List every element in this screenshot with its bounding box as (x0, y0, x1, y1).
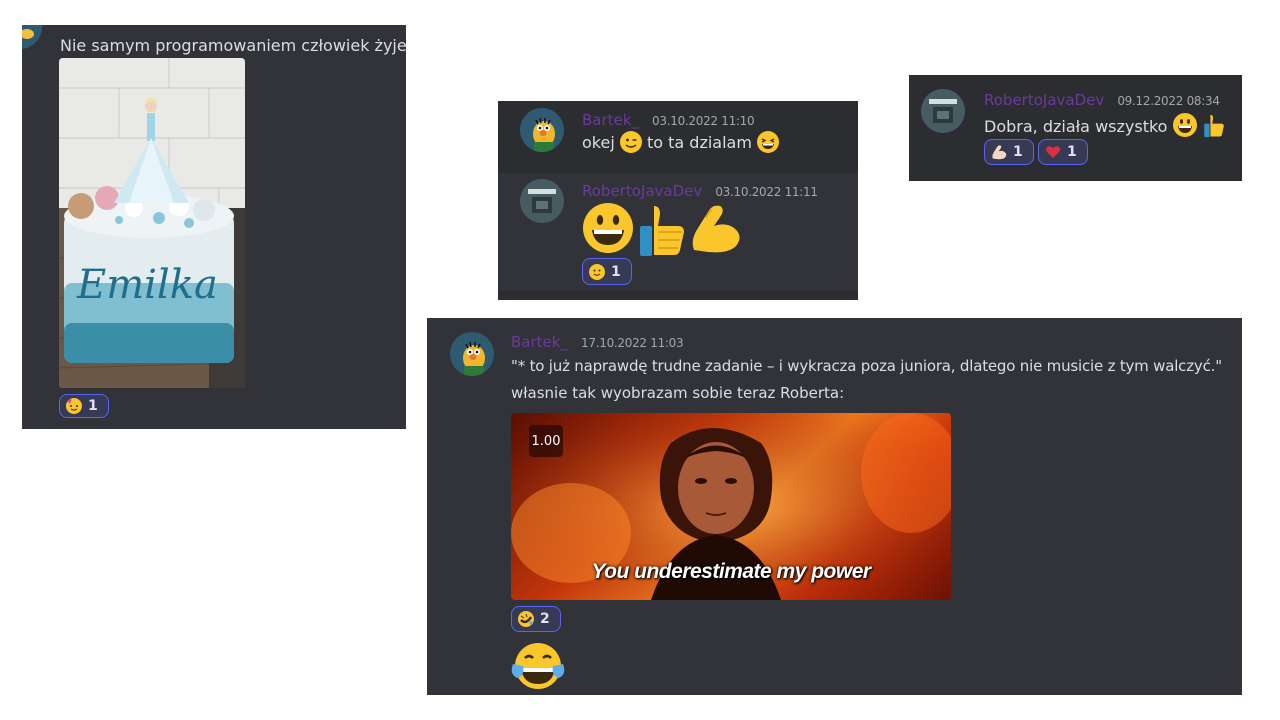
reaction-rofl[interactable]: 2 (511, 606, 561, 632)
thumbs-up-emoji (640, 206, 684, 256)
message-text-line2: własnie tak wyobrazam sobie teraz Robert… (511, 384, 845, 402)
gif-caption: You underestimate my power (591, 560, 871, 583)
reaction-biceps[interactable]: 1 (984, 139, 1034, 165)
reaction-count: 2 (540, 611, 550, 627)
message-text-line1: "* to już naprawdę trudne zadanie – i wy… (511, 357, 1222, 375)
timestamp: 03.10.2022 11:11 (715, 185, 818, 199)
author-name[interactable]: RobertoJavaDev (984, 91, 1104, 109)
reaction-smile[interactable]: 1 (582, 258, 632, 285)
flexed-biceps-emoji (991, 144, 1007, 160)
author-name[interactable]: Bartek_ (511, 333, 568, 351)
thumbs-up-emoji (1202, 113, 1226, 137)
grinning-face-emoji (583, 203, 633, 253)
power-message-panel: Bartek_ 17.10.2022 11:03 "* to już napra… (427, 318, 1242, 695)
red-heart-emoji (1045, 144, 1061, 160)
message-text-part: to ta dzialam (646, 133, 752, 152)
face-with-tears-of-joy-emoji (511, 643, 565, 689)
cake-message-panel: Nie samym programowaniem człowiek żyje E… (22, 25, 406, 429)
reaction-count: 1 (1013, 144, 1023, 160)
gif-badge: 1.00 (529, 425, 563, 457)
grinning-squinting-emoji (757, 131, 780, 153)
avatar[interactable] (450, 332, 494, 376)
rolling-on-floor-laughing-emoji (518, 611, 534, 627)
reaction-heart[interactable]: 1 (1038, 139, 1088, 165)
grinning-face-emoji (1172, 113, 1197, 137)
reaction-count: 1 (88, 398, 98, 414)
winking-face-emoji (619, 131, 642, 153)
flexed-biceps-emoji (692, 205, 740, 253)
message-text: Nie samym programowaniem człowiek żyje (60, 36, 406, 55)
cake-photo[interactable]: Emilka (59, 58, 245, 388)
avatar[interactable] (921, 89, 965, 133)
avatar[interactable] (22, 25, 42, 49)
okej-conversation-panel: Bartek_ 03.10.2022 11:10 okej to ta dzia… (498, 101, 858, 300)
message-text: Dobra, działa wszystko (984, 117, 1168, 136)
partying-face-emoji (66, 398, 82, 414)
message-text-part: okej (582, 133, 615, 152)
reaction-count: 1 (1067, 144, 1077, 160)
gif-embed[interactable]: 1.00 You underestimate my power (511, 413, 951, 600)
avatar[interactable] (520, 108, 564, 152)
timestamp: 03.10.2022 11:10 (652, 114, 755, 128)
slightly-smiling-face-emoji (589, 263, 605, 280)
author-name[interactable]: RobertoJavaDev (582, 182, 702, 200)
timestamp: 17.10.2022 11:03 (581, 336, 684, 350)
reaction-count: 1 (611, 263, 621, 280)
dobra-message-panel: RobertoJavaDev 09.12.2022 08:34 Dobra, d… (909, 75, 1242, 181)
avatar[interactable] (520, 179, 564, 223)
reaction-partying[interactable]: 1 (59, 394, 109, 418)
timestamp: 09.12.2022 08:34 (1117, 94, 1220, 108)
author-name[interactable]: Bartek_ (582, 111, 639, 129)
cake-name-text: Emilka (76, 262, 218, 308)
